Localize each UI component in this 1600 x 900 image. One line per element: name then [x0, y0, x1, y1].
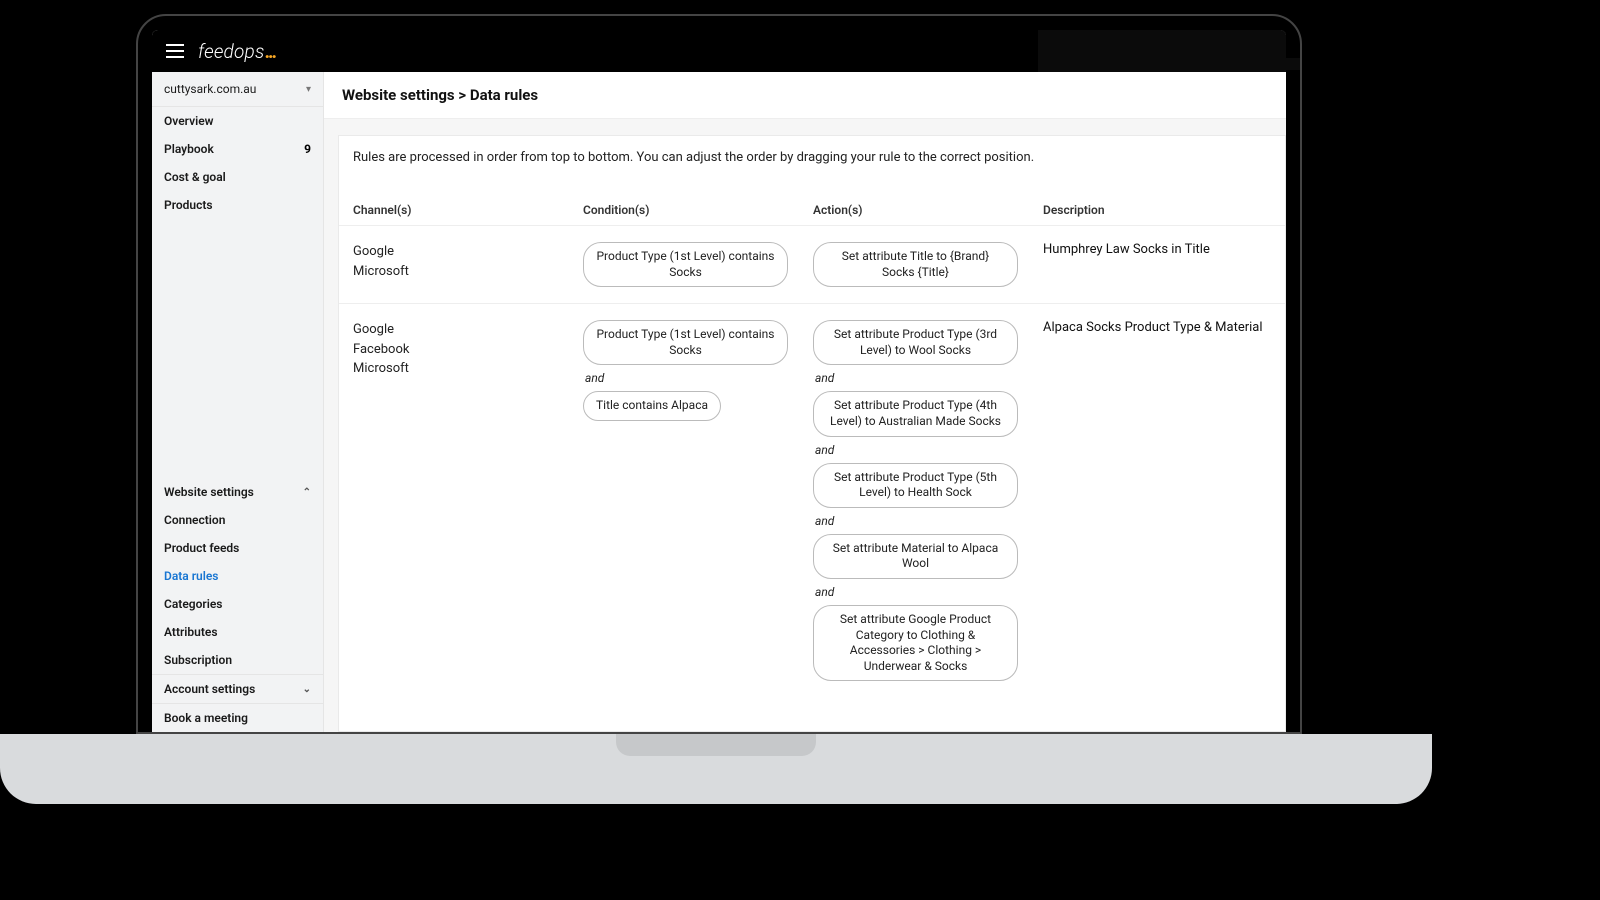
action-pill[interactable]: Set attribute Product Type (5th Level) t…	[813, 463, 1018, 508]
sidebar-item-overview[interactable]: Overview	[152, 107, 323, 135]
main: Website settings > Data rules Rules are …	[324, 72, 1286, 732]
cell-channels: Google Facebook Microsoft	[353, 320, 583, 379]
sidebar-group-website-settings[interactable]: Website settings ⌃	[152, 478, 323, 506]
conjunction-and: and	[813, 508, 836, 534]
chevron-down-icon: ▾	[306, 84, 311, 95]
sidebar-group-label: Website settings	[164, 485, 254, 499]
conjunction-and: and	[813, 579, 836, 605]
action-pill[interactable]: Set attribute Material to Alpaca Wool	[813, 534, 1018, 579]
sidebar-item-subscription[interactable]: Subscription	[152, 646, 323, 674]
cell-conditions: Product Type (1st Level) contains Socks …	[583, 320, 813, 421]
col-channels: Channel(s)	[353, 203, 583, 217]
sidebar-item-categories[interactable]: Categories	[152, 590, 323, 618]
sidebar-item-playbook[interactable]: Playbook 9	[152, 135, 323, 163]
content-wrap: Rules are processed in order from top to…	[324, 119, 1286, 732]
condition-pill[interactable]: Title contains Alpaca	[583, 391, 721, 421]
table-row[interactable]: Google Facebook Microsoft Product Type (…	[339, 303, 1285, 697]
chevron-down-icon: ⌄	[303, 684, 311, 695]
sidebar-item-attributes[interactable]: Attributes	[152, 618, 323, 646]
screen: feedops... cuttysark.com.au ▾ Overview	[152, 30, 1286, 732]
sidebar-item-label: Overview	[164, 114, 214, 128]
action-pill[interactable]: Set attribute Product Type (4th Level) t…	[813, 391, 1018, 436]
sidebar-item-product-feeds[interactable]: Product feeds	[152, 534, 323, 562]
chevron-up-icon: ⌃	[303, 487, 311, 498]
sidebar-item-label: Cost & goal	[164, 170, 226, 184]
sidebar: cuttysark.com.au ▾ Overview Playbook 9 C…	[152, 72, 324, 732]
menu-icon[interactable]	[166, 44, 184, 58]
device-frame: feedops... cuttysark.com.au ▾ Overview	[136, 14, 1302, 734]
body: cuttysark.com.au ▾ Overview Playbook 9 C…	[152, 72, 1286, 732]
cell-description: Humphrey Law Socks in Title	[1043, 242, 1271, 257]
condition-pill[interactable]: Product Type (1st Level) contains Socks	[583, 242, 788, 287]
site-selector[interactable]: cuttysark.com.au ▾	[152, 72, 323, 107]
brand-dots: ...	[264, 40, 275, 63]
cell-channels: Google Microsoft	[353, 242, 583, 281]
topbar-right-shadow	[1052, 58, 1286, 70]
sidebar-item-cost-goal[interactable]: Cost & goal	[152, 163, 323, 191]
nav-bottom: Website settings ⌃ Connection Product fe…	[152, 478, 323, 732]
nav-top: Overview Playbook 9 Cost & goal Products	[152, 107, 323, 219]
breadcrumb: Website settings > Data rules	[324, 72, 1286, 119]
brand-logo[interactable]: feedops...	[198, 40, 275, 63]
sidebar-group-account-settings[interactable]: Account settings ⌄	[152, 674, 323, 703]
action-pill[interactable]: Set attribute Product Type (3rd Level) t…	[813, 320, 1018, 365]
rules-panel: Rules are processed in order from top to…	[338, 135, 1286, 732]
device-notch	[616, 734, 816, 756]
brand-name: feedops	[198, 40, 264, 63]
sidebar-item-badge: 9	[304, 142, 311, 156]
rules-table: Channel(s) Condition(s) Action(s) Descri…	[339, 195, 1285, 697]
channel-name: Microsoft	[353, 262, 583, 282]
table-row[interactable]: Google Microsoft Product Type (1st Level…	[339, 225, 1285, 303]
cell-actions: Set attribute Title to {Brand} Socks {Ti…	[813, 242, 1043, 287]
channel-name: Google	[353, 242, 583, 262]
col-conditions: Condition(s)	[583, 203, 813, 217]
action-pill[interactable]: Set attribute Title to {Brand} Socks {Ti…	[813, 242, 1018, 287]
conjunction-and: and	[813, 365, 836, 391]
channel-name: Google	[353, 320, 583, 340]
action-pill[interactable]: Set attribute Google Product Category to…	[813, 605, 1018, 681]
condition-pill[interactable]: Product Type (1st Level) contains Socks	[583, 320, 788, 365]
sidebar-item-label: Products	[164, 198, 213, 212]
channel-name: Microsoft	[353, 359, 583, 379]
conjunction-and: and	[583, 365, 606, 391]
panel-info-text: Rules are processed in order from top to…	[339, 136, 1285, 195]
channel-name: Facebook	[353, 340, 583, 360]
sidebar-item-book-meeting[interactable]: Book a meeting	[152, 703, 323, 732]
sidebar-group-label: Account settings	[164, 682, 255, 696]
sidebar-item-connection[interactable]: Connection	[152, 506, 323, 534]
cell-conditions: Product Type (1st Level) contains Socks	[583, 242, 813, 287]
table-header: Channel(s) Condition(s) Action(s) Descri…	[339, 195, 1285, 225]
sidebar-item-data-rules[interactable]: Data rules	[152, 562, 323, 590]
sidebar-item-label: Playbook	[164, 142, 214, 156]
cell-description: Alpaca Socks Product Type & Material	[1043, 320, 1271, 335]
sidebar-item-products[interactable]: Products	[152, 191, 323, 219]
cell-actions: Set attribute Product Type (3rd Level) t…	[813, 320, 1043, 681]
site-selector-label: cuttysark.com.au	[164, 82, 256, 96]
col-actions: Action(s)	[813, 203, 1043, 217]
conjunction-and: and	[813, 437, 836, 463]
col-description: Description	[1043, 203, 1271, 217]
